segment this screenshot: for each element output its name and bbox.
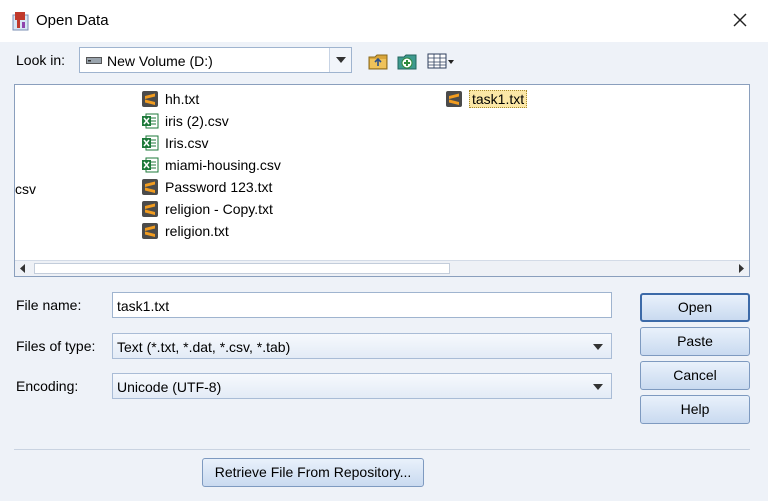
chevron-down-icon[interactable] (593, 384, 603, 390)
scrollbar-thumb[interactable] (34, 263, 450, 274)
file-name: religion - Copy.txt (165, 201, 273, 217)
horizontal-scrollbar[interactable] (15, 260, 749, 276)
excel-file-icon (142, 157, 159, 173)
open-button[interactable]: Open (640, 293, 750, 322)
encoding-label: Encoding: (16, 378, 79, 394)
window-title: Open Data (36, 12, 109, 29)
divider (14, 449, 750, 450)
paste-button[interactable]: Paste (640, 327, 750, 356)
file-name: miami-housing.csv (165, 157, 281, 173)
up-folder-icon[interactable] (367, 50, 389, 72)
look-in-combo[interactable]: New Volume (D:) (79, 47, 352, 73)
look-in-label: Look in: (16, 52, 66, 68)
new-folder-icon[interactable] (396, 50, 418, 72)
file-name-value: task1.txt (117, 298, 170, 314)
chevron-down-icon[interactable] (593, 344, 603, 350)
title-bar: Open Data (0, 0, 768, 42)
file-name: iris (2).csv (165, 113, 229, 129)
sublime-text-file-icon (142, 201, 158, 217)
close-icon[interactable] (728, 8, 752, 32)
sublime-text-file-icon (142, 91, 158, 107)
file-item[interactable]: religion.txt (141, 221, 229, 241)
excel-file-icon (142, 113, 159, 129)
file-item[interactable]: Iris.csv (141, 133, 209, 153)
cancel-button[interactable]: Cancel (640, 361, 750, 390)
encoding-value: Unicode (UTF-8) (117, 379, 222, 395)
file-name: hh.txt (165, 91, 200, 107)
look-in-value: New Volume (D:) (107, 53, 213, 69)
sublime-text-file-icon (142, 179, 158, 195)
files-of-type-combo[interactable]: Text (*.txt, *.dat, *.csv, *.tab) (112, 333, 612, 359)
file-name-input[interactable]: task1.txt (112, 292, 612, 318)
spss-app-icon (12, 12, 29, 31)
file-name: Iris.csv (165, 135, 209, 151)
sublime-text-file-icon (446, 91, 462, 107)
view-menu-icon[interactable] (426, 50, 456, 72)
partial-file-name[interactable]: csv (15, 181, 36, 197)
file-name-label: File name: (16, 297, 82, 313)
files-of-type-label: Files of type: (16, 338, 96, 354)
files-of-type-value: Text (*.txt, *.dat, *.csv, *.tab) (117, 339, 291, 355)
look-in-dropdown-button[interactable] (329, 48, 351, 72)
file-list[interactable]: csv hh.txt iris (2).csv Iris.csv miami-hous… (14, 84, 750, 277)
scroll-left-icon[interactable] (15, 261, 31, 276)
file-item[interactable]: hh.txt (141, 89, 199, 109)
file-name: religion.txt (165, 223, 229, 239)
retrieve-from-repository-button[interactable]: Retrieve File From Repository... (202, 458, 424, 487)
file-item[interactable]: task1.txt (445, 89, 528, 109)
drive-icon (86, 57, 102, 64)
file-item[interactable]: iris (2).csv (141, 111, 229, 131)
encoding-combo[interactable]: Unicode (UTF-8) (112, 373, 612, 399)
file-name: task1.txt (469, 90, 528, 108)
file-name: Password 123.txt (165, 179, 273, 195)
file-item[interactable]: religion - Copy.txt (141, 199, 273, 219)
excel-file-icon (142, 135, 159, 151)
chevron-down-icon (336, 57, 346, 63)
file-item[interactable]: Password 123.txt (141, 177, 272, 197)
help-button[interactable]: Help (640, 395, 750, 424)
sublime-text-file-icon (142, 223, 158, 239)
scroll-right-icon[interactable] (733, 261, 749, 276)
file-item[interactable]: miami-housing.csv (141, 155, 281, 175)
